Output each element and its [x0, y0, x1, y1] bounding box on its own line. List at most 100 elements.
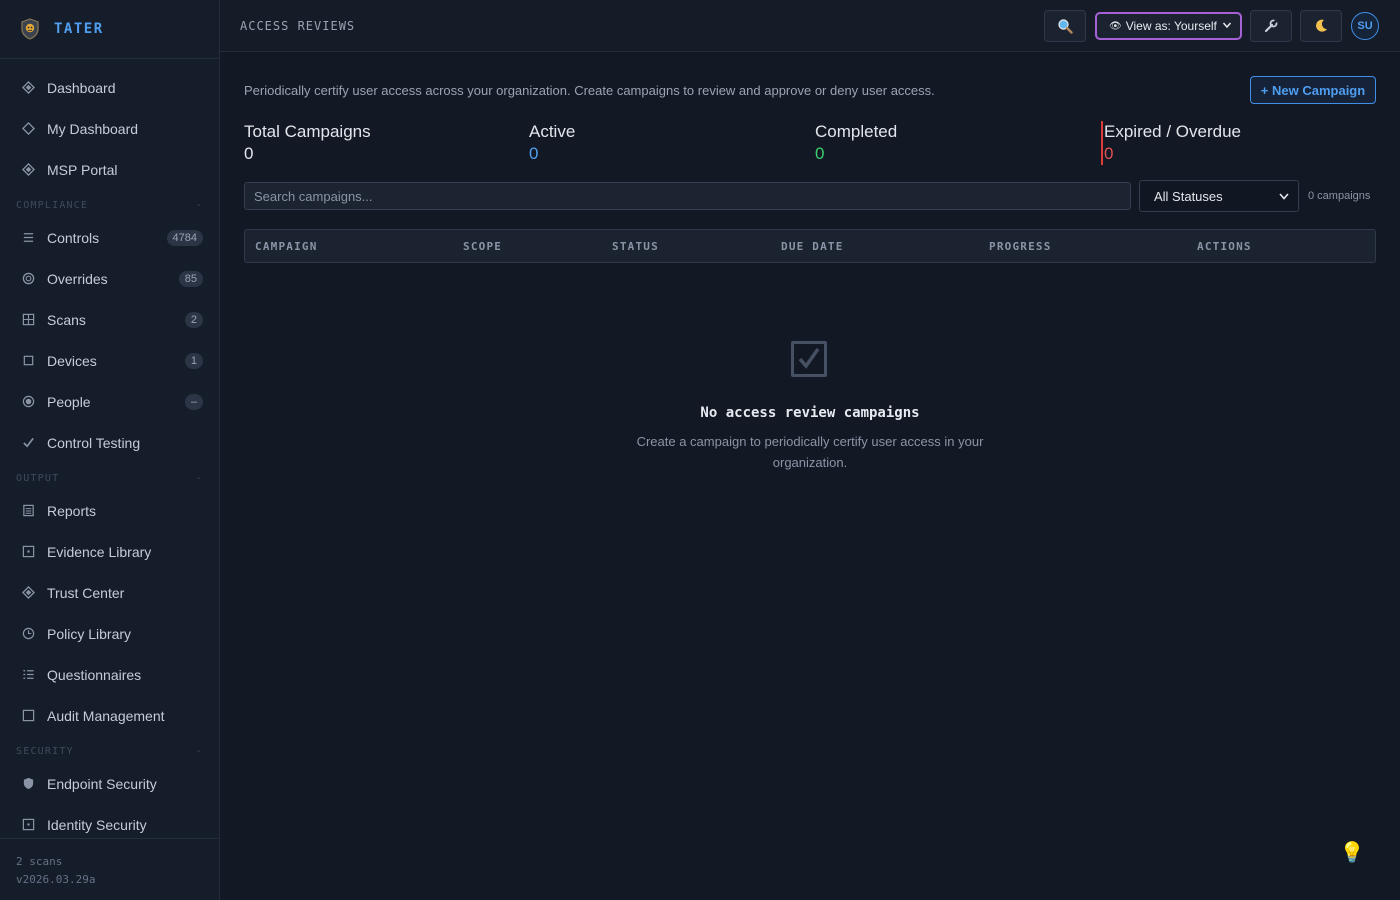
sidebar-item-msp-portal[interactable]: MSP Portal [0, 149, 219, 190]
sidebar-item-label: My Dashboard [47, 120, 139, 137]
sidebar-item-label: Policy Library [47, 625, 132, 642]
diamond-icon [21, 163, 35, 177]
sidebar-item-policy-library[interactable]: Policy Library [0, 613, 219, 654]
sidebar-item-label: Identity Security [47, 816, 147, 833]
sidebar-item-devices[interactable]: Devices 1 [0, 340, 219, 381]
sidebar-item-audit-management[interactable]: Audit Management [0, 695, 219, 736]
checklist-icon [21, 668, 35, 682]
new-campaign-button[interactable]: + New Campaign [1250, 76, 1376, 104]
sidebar-item-label: Scans [47, 311, 86, 328]
diamond-icon [21, 586, 35, 600]
empty-state-text: Create a campaign to periodically certif… [636, 434, 984, 470]
sidebar-item-endpoint-security[interactable]: Endpoint Security [0, 763, 219, 804]
stat-label: Completed [815, 122, 898, 141]
search-input[interactable] [244, 182, 1131, 210]
stat-completed: Completed 0 [815, 121, 897, 165]
section-security[interactable]: SECURITY - [0, 746, 219, 757]
view-as-label: View as: Yourself [1125, 19, 1217, 33]
sidebar-item-people[interactable]: People – [0, 381, 219, 422]
topbar: ACCESS REVIEWS 👁 View as: Yourself SU [220, 0, 1400, 52]
diamond-icon [21, 81, 35, 95]
report-icon [21, 504, 35, 518]
person-circle-icon [21, 395, 35, 409]
theme-toggle-button[interactable] [1300, 10, 1342, 42]
moon-icon [1316, 19, 1327, 32]
stat-value: 0 [815, 144, 825, 163]
sidebar-item-label: Trust Center [47, 584, 125, 601]
sidebar-item-evidence-library[interactable]: Evidence Library [0, 531, 219, 572]
section-label: OUTPUT [16, 473, 60, 484]
section-label: COMPLIANCE [16, 200, 89, 211]
sidebar-item-label: Endpoint Security [47, 775, 157, 792]
brand[interactable]: TATER [0, 0, 219, 59]
column-header-due-date[interactable]: DUE DATE [781, 240, 844, 253]
column-header-scope[interactable]: SCOPE [463, 240, 502, 253]
sidebar-item-label: Reports [47, 502, 97, 519]
shield-icon [21, 777, 35, 791]
checkbox-checked-icon [791, 341, 827, 377]
sidebar: TATER Dashboard My Dashboard MSP Portal … [0, 0, 220, 900]
sidebar-item-controls[interactable]: Controls 4784 [0, 217, 219, 258]
sidebar-item-trust-center[interactable]: Trust Center [0, 572, 219, 613]
column-header-status[interactable]: STATUS [612, 240, 659, 253]
grid-icon [21, 313, 35, 327]
sidebar-item-reports[interactable]: Reports [0, 490, 219, 531]
status-filter-select[interactable]: All Statuses [1139, 180, 1299, 212]
section-label: SECURITY [16, 746, 74, 757]
view-as-select[interactable]: 👁 View as: Yourself [1095, 12, 1242, 40]
stat-expired-overdue: Expired / Overdue 0 [1101, 121, 1241, 165]
box-dot-icon [21, 545, 35, 559]
scan-count: 2 scans [16, 855, 63, 868]
collapse-icon[interactable]: - [196, 200, 203, 211]
column-header-campaign[interactable]: CAMPAIGN [255, 240, 318, 253]
stat-label: Expired / Overdue [1104, 122, 1242, 141]
empty-state-title: No access review campaigns [700, 405, 920, 421]
main-content: Periodically certify user access across … [220, 53, 1400, 900]
stat-value: 0 [529, 144, 539, 163]
wrench-icon [1264, 19, 1278, 33]
section-compliance[interactable]: COMPLIANCE - [0, 200, 219, 211]
box-dot-icon [21, 818, 35, 832]
stat-active: Active 0 [529, 121, 575, 165]
sidebar-item-dashboard[interactable]: Dashboard [0, 67, 219, 108]
chevron-down-icon [1279, 193, 1289, 200]
page-description: Periodically certify user access across … [244, 83, 935, 98]
avatar[interactable]: SU [1351, 12, 1379, 40]
sidebar-item-label: Devices [47, 352, 97, 369]
collapse-icon[interactable]: - [196, 473, 203, 484]
tools-button[interactable] [1250, 10, 1292, 42]
chevron-down-icon [1222, 22, 1232, 29]
sidebar-item-my-dashboard[interactable]: My Dashboard [0, 108, 219, 149]
square-icon [21, 354, 35, 368]
stat-value: 0 [244, 144, 254, 163]
campaigns-table-header: CAMPAIGN SCOPE STATUS DUE DATE PROGRESS … [244, 229, 1376, 263]
sidebar-item-control-testing[interactable]: Control Testing [0, 422, 219, 463]
stat-label: Active [529, 122, 576, 141]
count-badge: 1 [184, 352, 203, 369]
page-title: ACCESS REVIEWS [240, 19, 356, 33]
collapse-icon[interactable]: - [196, 746, 203, 757]
count-badge: 4784 [166, 229, 203, 246]
section-output[interactable]: OUTPUT - [0, 473, 219, 484]
lightbulb-icon[interactable]: 💡 [1338, 838, 1366, 866]
column-header-progress[interactable]: PROGRESS [989, 240, 1052, 253]
sidebar-item-scans[interactable]: Scans 2 [0, 299, 219, 340]
status-filter-value: All Statuses [1154, 188, 1223, 204]
magnifier-icon [1058, 19, 1073, 34]
search-button[interactable] [1044, 10, 1086, 42]
eye-icon: 👁 [1109, 20, 1122, 32]
checkmark-icon [21, 436, 35, 450]
sidebar-item-overrides[interactable]: Overrides 85 [0, 258, 219, 299]
sidebar-item-label: Evidence Library [47, 543, 152, 560]
stat-value: 0 [1104, 144, 1114, 163]
app-version: v2026.03.29a [16, 873, 96, 886]
brand-name: TATER [54, 21, 104, 37]
stat-total-campaigns: Total Campaigns 0 [244, 121, 371, 165]
sidebar-item-label: People [47, 393, 91, 410]
sidebar-item-label: Control Testing [47, 434, 141, 451]
column-header-actions: ACTIONS [1197, 240, 1252, 253]
sidebar-item-questionnaires[interactable]: Questionnaires [0, 654, 219, 695]
sidebar-item-label: Controls [47, 229, 100, 246]
count-badge: 2 [184, 311, 203, 328]
shield-logo-icon [21, 18, 39, 40]
